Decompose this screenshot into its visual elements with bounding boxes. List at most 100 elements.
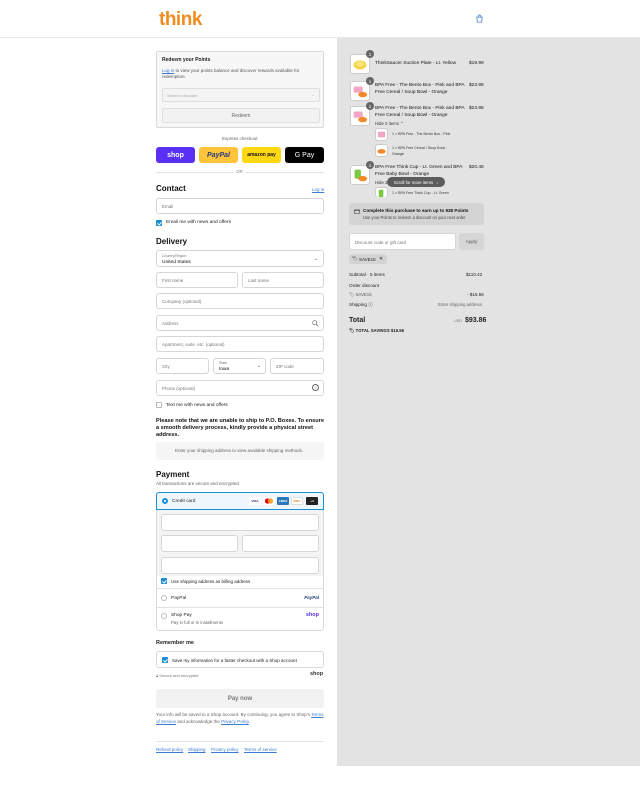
visa-icon: VISA (249, 497, 261, 505)
remember-me-box: Save my information for a faster checkou… (156, 651, 324, 668)
amex-icon: AMEX (277, 497, 289, 505)
payment-subtitle: All transactions are secure and encrypte… (156, 481, 241, 486)
paypal-option[interactable]: PayPal PayPal (156, 589, 324, 607)
secure-note: 🔒︎ Secure and encrypted (156, 673, 199, 678)
paypal-radio[interactable] (161, 595, 167, 601)
sub-item-thumbnail (375, 187, 388, 197)
redeem-points-box: Redeem your Points Log in to view your p… (156, 51, 324, 128)
item-price: $23.98 (469, 83, 484, 88)
shop-logo: shop (310, 671, 324, 677)
total-savings: 🏷︎ TOTAL SAVINGS $16.56 (349, 328, 405, 333)
points-login-link[interactable]: Log in (162, 68, 174, 73)
total-label: Total (349, 317, 366, 324)
chevron-down-icon: ⌄ (256, 363, 261, 369)
hide-items-toggle[interactable]: Hide 2 items ⌃ (375, 121, 404, 127)
earn-points-banner: Complete this purchase to earn up to 938… (349, 203, 484, 225)
apartment-field[interactable]: Apartment, suite, etc. (optional) (156, 336, 324, 352)
express-checkout-title: Express checkout (222, 136, 258, 141)
amazon-pay-button[interactable]: amazon pay (242, 147, 281, 163)
shopping-bag-icon[interactable] (475, 14, 484, 23)
last-name-field[interactable]: Last name (242, 272, 324, 288)
zip-field[interactable]: ZIP code (270, 358, 324, 374)
card-number-field[interactable] (161, 514, 319, 531)
shipping-label: Shipping ⓘ (349, 302, 373, 307)
privacy-link[interactable]: Privacy Policy (221, 719, 249, 724)
currency-label: USD (454, 319, 463, 323)
billing-same-checkbox[interactable] (161, 578, 167, 584)
privacy-policy-link[interactable]: Privacy policy (211, 747, 239, 752)
discount-value: - $16.56 (467, 292, 484, 297)
applied-code-tag: 🏷︎ SAVE15 ✕ (349, 254, 387, 264)
company-field[interactable]: Company (optional) (156, 293, 324, 309)
item-title: BPA Free Think Cup - Lt. Green and BPA F… (375, 165, 463, 177)
gift-icon (354, 209, 360, 214)
subtotal-value: $110.42 (466, 272, 483, 277)
email-field[interactable]: Email (156, 198, 324, 214)
contact-login-link[interactable]: Log in (312, 187, 324, 192)
payment-title: Payment (156, 470, 190, 479)
info-icon[interactable]: ⓘ (368, 302, 373, 307)
legal-text: Your info will be saved to a Shop accoun… (156, 712, 324, 724)
text-news-label: Text me with news and offers (166, 403, 228, 408)
text-news-checkbox[interactable] (156, 402, 162, 408)
shipping-policy-link[interactable]: Shipping (188, 747, 206, 752)
state-select[interactable]: State Iowa ⌄ (213, 358, 266, 374)
shop-pay-option[interactable]: Shop Pay Pay in full or in installments … (156, 608, 324, 631)
city-field[interactable]: City (156, 358, 209, 374)
total-value: $93.86 (465, 317, 487, 324)
shop-pay-button[interactable]: shop (156, 147, 195, 163)
hide-items-toggle[interactable]: Hide 2 (375, 180, 387, 185)
header: think (0, 0, 640, 38)
card-cvv-field[interactable] (242, 535, 319, 552)
item-title: ThinkSaucer Suction Plate - Lt. Yellow (375, 61, 457, 66)
google-pay-button[interactable]: G Pay (285, 147, 324, 163)
sub-item-title: 1 × BPA Free Cereal / Soup Bowl - Orange (392, 146, 448, 156)
po-box-notice: Please note that we are unable to ship t… (156, 418, 324, 438)
address-field[interactable]: Address (156, 315, 324, 331)
discount-code-field[interactable]: Discount code or gift card (349, 233, 456, 250)
tag-icon: 🏷︎ (349, 328, 356, 333)
phone-field[interactable]: Phone (optional) ? (156, 380, 324, 396)
first-name-field[interactable]: First name (156, 272, 238, 288)
shipping-value: Enter shipping address (438, 302, 482, 307)
paypal-logo: PayPal (304, 595, 319, 600)
paypal-button[interactable]: PayPal (199, 147, 238, 163)
redeem-button[interactable]: Redeem (162, 108, 320, 123)
sub-item-thumbnail (375, 144, 388, 157)
discount-code-label: 🏷︎ SAVE15 (349, 292, 372, 297)
store-logo[interactable]: think (159, 9, 202, 31)
item-title: BPA Free - The Bento Box - Pink and BPA … (375, 83, 465, 95)
name-on-card-field[interactable] (161, 557, 319, 574)
shop-pay-logo: shop (305, 612, 319, 618)
sub-item-title: 1 × BPA Free - The Bento Box - Pink (392, 132, 451, 136)
card-expiry-field[interactable] (161, 535, 238, 552)
country-select[interactable]: Country/Region United States ⌄ (156, 250, 324, 267)
refund-policy-link[interactable]: Refund policy (156, 747, 183, 752)
divider (246, 172, 324, 173)
apply-button[interactable]: Apply (459, 233, 484, 250)
quantity-badge: 1 (366, 161, 374, 169)
scroll-more-tooltip[interactable]: Scroll for more items ↓ (387, 177, 445, 187)
contact-title: Contact (156, 184, 186, 193)
shop-pay-radio[interactable] (161, 613, 167, 619)
divider (156, 172, 234, 173)
credit-card-radio[interactable] (162, 498, 168, 504)
redeem-title: Redeem your Points (162, 57, 211, 63)
chevron-down-icon: ⌄ (311, 92, 315, 97)
mastercard-icon (263, 497, 275, 505)
pay-now-button[interactable]: Pay now (156, 689, 324, 708)
email-news-checkbox[interactable] (156, 220, 162, 226)
bento-box-image (353, 86, 368, 98)
quantity-badge: 1 (366, 50, 374, 58)
shipping-methods-placeholder: Enter your shipping address to view avai… (156, 442, 324, 460)
discount-select[interactable]: Select a discount ⌄ (162, 88, 320, 102)
item-price: $19.99 (469, 61, 484, 66)
help-icon[interactable]: ? (312, 384, 319, 391)
orange-bowl-image (377, 149, 386, 154)
save-info-label: Save my information for a faster checkou… (172, 657, 297, 663)
remove-code-icon[interactable]: ✕ (379, 256, 383, 262)
item-price: $20.48 (469, 165, 484, 170)
save-info-checkbox[interactable] (162, 657, 168, 663)
tag-icon: 🏷︎ (349, 292, 356, 297)
terms-of-service-link[interactable]: Terms of service (244, 747, 277, 752)
